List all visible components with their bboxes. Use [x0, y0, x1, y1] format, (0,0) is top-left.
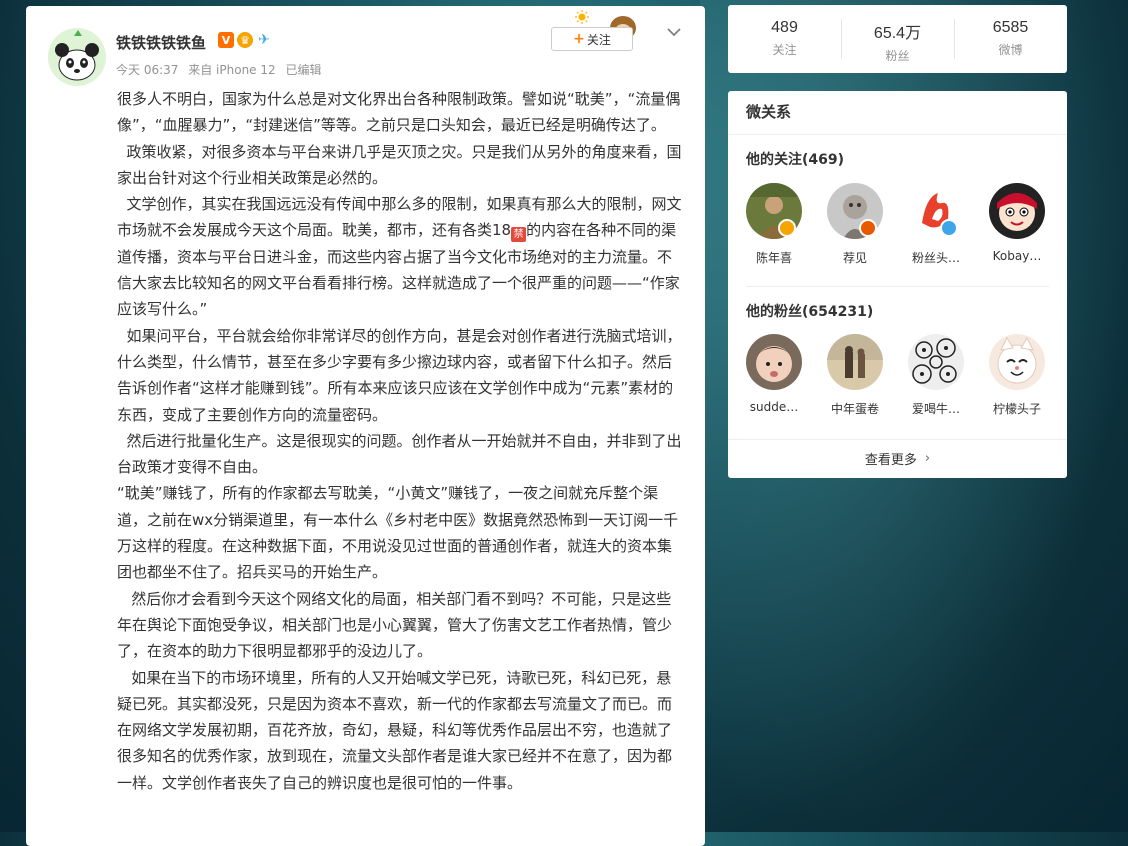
weibo-post-card: 铁铁铁铁铁鱼 V ♛ ✈ 今天 06:37 来自 iPhone 12 已编辑 +…	[26, 6, 705, 846]
divider	[746, 286, 1049, 287]
chevron-down-icon[interactable]	[666, 24, 682, 40]
person-name: sudde…	[749, 400, 799, 414]
avatar	[827, 334, 883, 390]
post-content: 很多人不明白，国家为什么总是对文化界出台各种限制政策。譬如说“耽美”，“流量偶像…	[117, 86, 685, 796]
avatar	[989, 183, 1045, 239]
stat-following[interactable]: 489 关注	[728, 5, 841, 73]
person-name: 柠檬头子	[992, 402, 1041, 416]
stat-label: 微博	[998, 43, 1023, 57]
post-paragraph: 文学创作，其实在我国远远没有传闻中那么多的限制，如果真有那么大的限制，网文市场就…	[117, 191, 685, 322]
crown-icon[interactable]: ♛	[237, 32, 253, 48]
stat-number: 6585	[992, 19, 1029, 36]
post-meta: 今天 06:37 来自 iPhone 12 已编辑	[116, 61, 327, 78]
post-paragraph: 政策收紧，对很多资本与平台来讲几乎是灭顶之灾。只是我们从另外的角度来看，国家出台…	[117, 142, 682, 187]
person-name: 爱喝牛…	[911, 402, 960, 416]
stat-label: 粉丝	[885, 49, 910, 63]
stat-posts[interactable]: 6585 微博	[954, 5, 1067, 73]
sun-icon	[575, 10, 589, 24]
post-paragraph: 如果在当下的市场环境里，所有的人又开始喊文学已死，诗歌已死，科幻已死，悬疑已死。…	[117, 668, 673, 792]
stat-number: 489	[771, 19, 798, 36]
profile-stats-card: 489 关注 65.4万 粉丝 6585 微博	[728, 5, 1067, 73]
following-item[interactable]: 荐见	[815, 183, 895, 266]
author-avatar[interactable]	[48, 28, 106, 86]
divider	[728, 134, 1067, 135]
verified-badge-icon	[940, 219, 958, 237]
post-source: 来自 iPhone 12	[188, 63, 276, 77]
paper-plane-icon[interactable]: ✈	[256, 32, 272, 48]
verified-badge-icon	[778, 219, 796, 237]
person-name: 陈年喜	[755, 251, 792, 265]
post-paragraph: 然后你才会看到今天这个网络文化的局面，相关部门看不到吗？不可能，只是这些年在舆论…	[117, 589, 673, 661]
following-item[interactable]: 粉丝头…	[896, 183, 976, 266]
fan-item[interactable]: 爱喝牛…	[896, 334, 976, 417]
follow-button[interactable]: + 关注	[551, 27, 633, 51]
relations-title: 微关系	[746, 103, 792, 121]
stat-label: 关注	[772, 43, 797, 57]
edited-label[interactable]: 已编辑	[285, 63, 321, 77]
author-name[interactable]: 铁铁铁铁铁鱼	[116, 32, 206, 53]
follow-label: 关注	[586, 32, 611, 47]
post-paragraph: 很多人不明白，国家为什么总是对文化界出台各种限制政策。譬如说“耽美”，“流量偶像…	[117, 90, 681, 135]
avatar	[989, 334, 1045, 390]
avatar	[908, 334, 964, 390]
verified-badge-icon	[859, 219, 877, 237]
fan-item[interactable]: 中年蛋卷	[815, 334, 895, 417]
see-more-label: 查看更多	[864, 453, 917, 468]
fan-item[interactable]: sudde…	[734, 334, 814, 414]
see-more-link[interactable]: 查看更多 ›	[728, 439, 1067, 478]
following-item[interactable]: 陈年喜	[734, 183, 814, 266]
author-badges: V ♛ ✈	[218, 32, 272, 48]
person-name: 中年蛋卷	[830, 402, 879, 416]
post-paragraph: 然后进行批量化生产。这是很现实的问题。创作者从一开始就并不自由，并非到了出台政策…	[117, 431, 682, 477]
following-section-title[interactable]: 他的关注(469)	[746, 149, 844, 169]
fans-section-title[interactable]: 他的粉丝(654231)	[746, 301, 873, 321]
avatar	[746, 334, 802, 390]
ban-emoji-icon: 禁	[511, 227, 527, 243]
relations-card: 微关系 他的关注(469) 陈年喜 荐见 粉丝头… Kobay… 他的粉丝(65…	[728, 91, 1067, 478]
person-name: Kobay…	[992, 249, 1042, 263]
stat-number: 65.4万	[873, 25, 922, 42]
post-paragraph: “耽美”赚钱了，所有的作家都去写耽美，“小黄文”赚钱了，一夜之间就充斥整个渠道，…	[117, 484, 679, 582]
fan-item[interactable]: 柠檬头子	[977, 334, 1057, 417]
following-item[interactable]: Kobay…	[977, 183, 1057, 263]
verified-v-icon[interactable]: V	[218, 32, 234, 48]
post-paragraph: 如果问平台，平台就会给你非常详尽的创作方向，甚是会对创作者进行洗脑式培训，什么类…	[117, 326, 682, 424]
chevron-right-icon: ›	[924, 451, 931, 466]
stat-fans[interactable]: 65.4万 粉丝	[841, 5, 954, 73]
plus-icon: +	[573, 31, 585, 47]
person-name: 荐见	[842, 251, 867, 265]
person-name: 粉丝头…	[911, 251, 960, 265]
post-time[interactable]: 今天 06:37	[116, 63, 178, 77]
